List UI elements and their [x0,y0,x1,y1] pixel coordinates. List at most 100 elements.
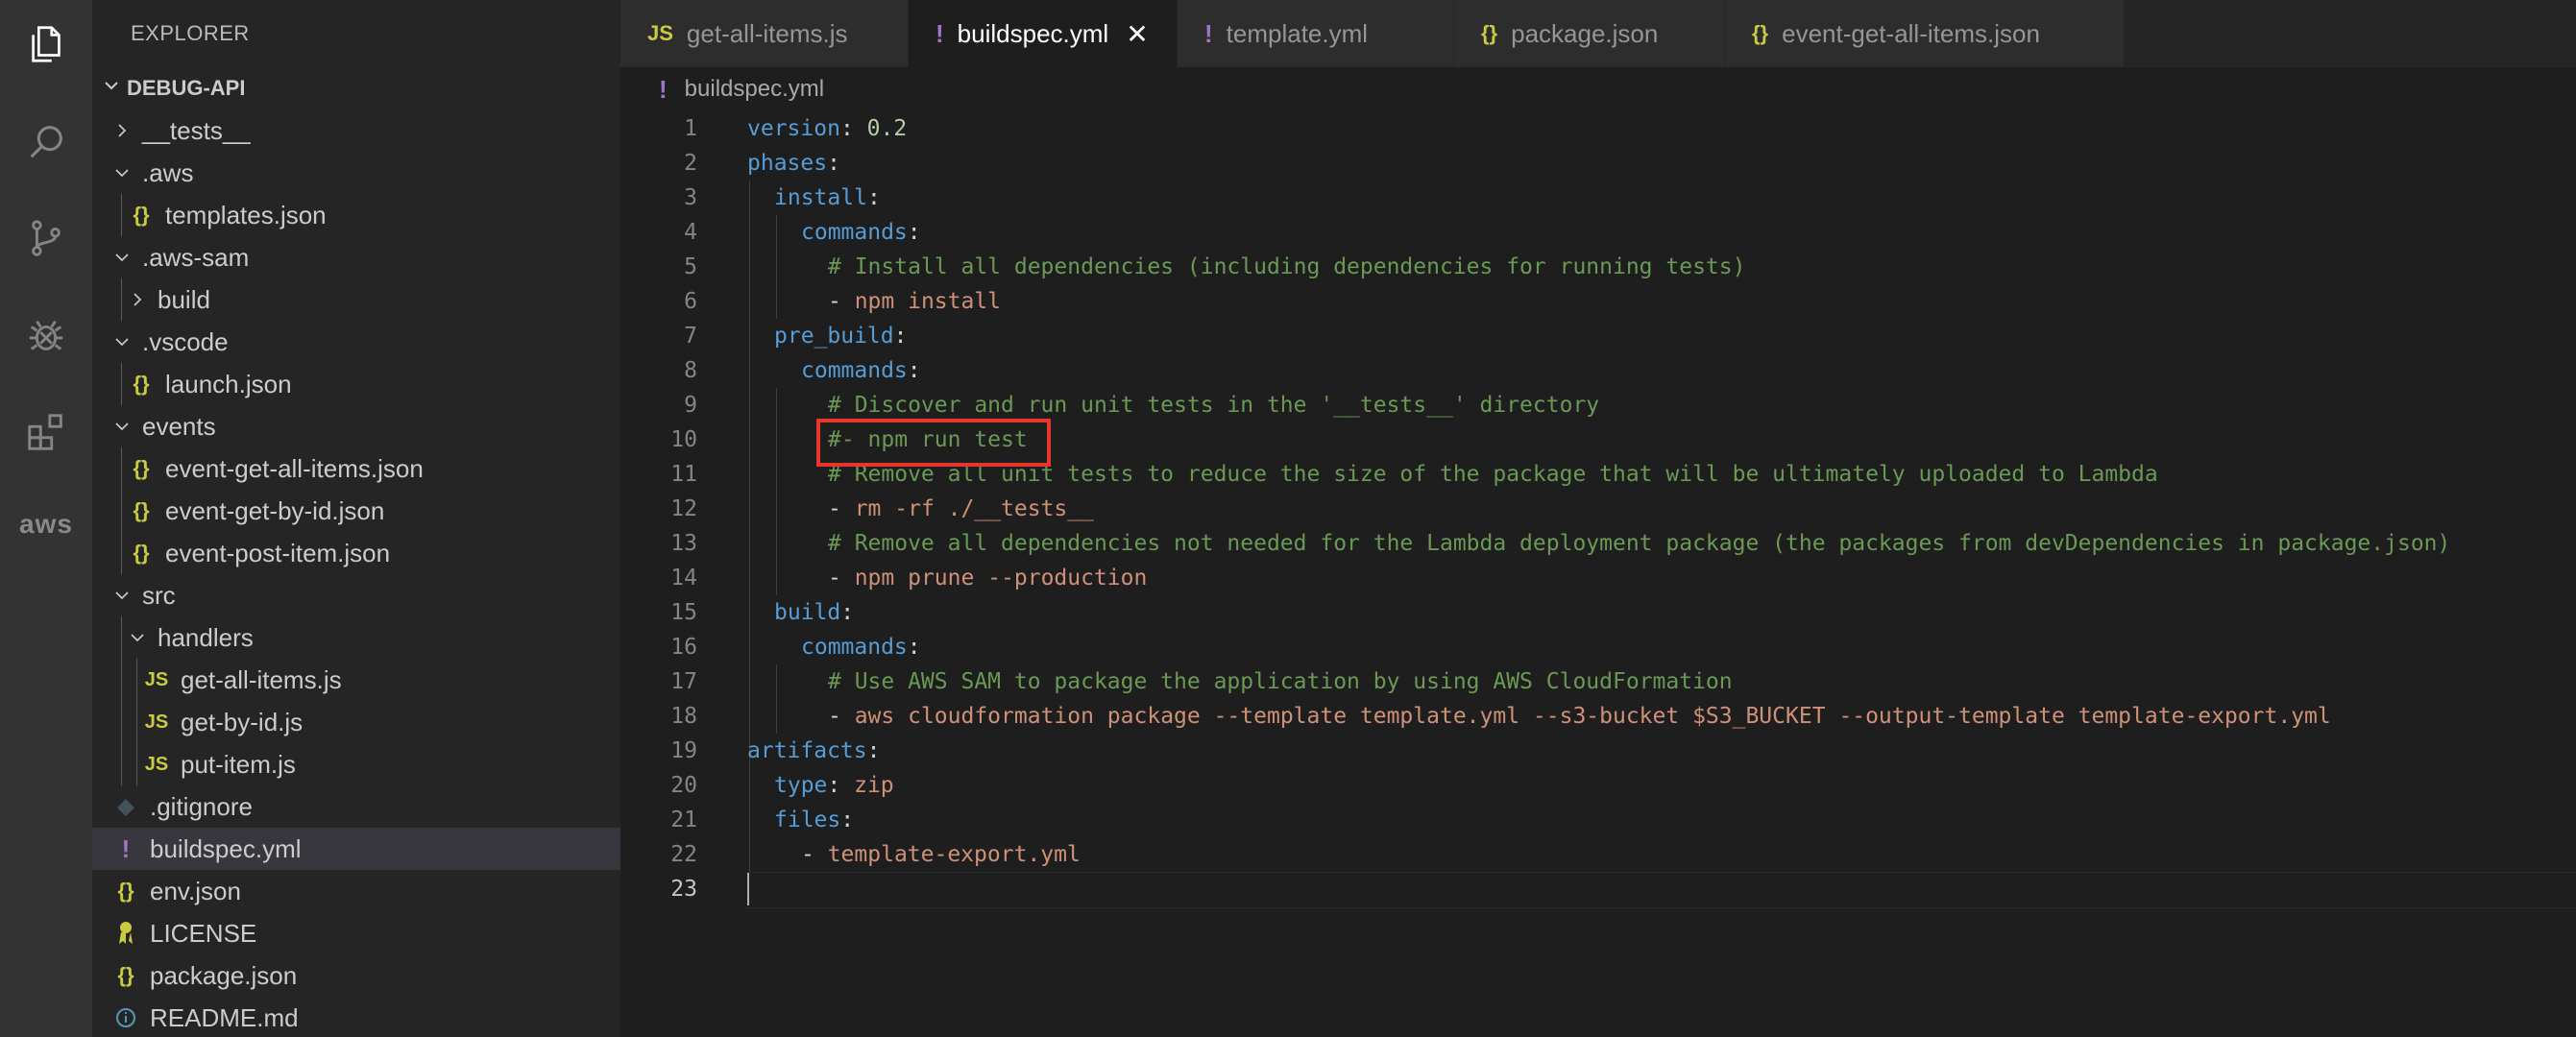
tree-item[interactable]: .aws [92,152,620,194]
debug-icon[interactable] [23,313,69,359]
tree-item[interactable]: LICENSE [92,912,620,954]
code-token: # Install all dependencies (including de… [828,254,1746,279]
tree-item[interactable]: {} env.json [92,870,620,912]
tree-item[interactable]: {} event-get-all-items.json [92,447,620,490]
code-line[interactable]: 1 version: 0.2 [620,111,2576,146]
line-number: 23 [670,877,697,902]
tree-item-label: put-item.js [181,749,296,779]
info-file-icon [109,1007,142,1028]
tree-item[interactable]: {} event-post-item.json [92,532,620,574]
tree-item[interactable]: events [92,405,620,447]
code-line[interactable]: 15 build: [620,595,2576,630]
tab-label: template.yml [1226,18,1369,48]
tree-item[interactable]: JS put-item.js [92,743,620,785]
yaml-file-icon: ! [936,18,944,48]
tree-item[interactable]: .aws-sam [92,236,620,278]
code-line[interactable]: 4 commands: [620,215,2576,250]
extensions-icon[interactable] [23,409,69,455]
tree-item[interactable]: ! buildspec.yml [92,828,620,870]
line-content: build: [774,595,854,630]
tree-item[interactable]: __tests__ [92,109,620,152]
line-content: # Use AWS SAM to package the application… [828,664,1733,699]
code-line[interactable]: 14 - npm prune --production [620,561,2576,595]
tree-item[interactable]: JS get-all-items.js [92,659,620,701]
code-token: commands [801,220,908,245]
code-token: - [828,566,855,591]
indent-guide [121,194,122,236]
code-token: : [840,808,855,832]
license-file-icon [109,921,142,946]
code-line[interactable]: 17 # Use AWS SAM to package the applicati… [620,664,2576,699]
tree-item-label: handlers [158,622,254,652]
tree-item[interactable]: .vscode [92,321,620,363]
line-number: 20 [670,773,697,798]
code-editor[interactable]: 1 version: 0.2 2 phases: 3 install: 4 commands:… [620,111,2576,1037]
tree-item-label: event-post-item.json [165,538,391,567]
tab[interactable]: ! template.yml [1178,0,1454,67]
tab[interactable]: ! buildspec.yml ✕ [909,0,1178,67]
code-line[interactable]: 23 [620,872,2576,906]
tab[interactable]: {} package.json [1454,0,1725,67]
chevron-down-icon [109,332,134,351]
code-line[interactable]: 12 - rm -rf ./__tests__ [620,492,2576,526]
code-line[interactable]: 19 artifacts: [620,734,2576,768]
code-token: 0.2 [866,116,908,141]
tree-item[interactable]: {} templates.json [92,194,620,236]
tab[interactable]: JS get-all-items.js [620,0,909,67]
tree-item-label: event-get-all-items.json [165,453,424,483]
code-line[interactable]: 9 # Discover and run unit tests in the '_… [620,388,2576,422]
aws-label: aws [19,509,73,539]
line-content: install: [774,181,881,215]
tree-item[interactable]: {} launch.json [92,363,620,405]
code-token: - [828,704,855,729]
indent-guide [121,447,122,574]
tree-item-label: build [158,284,210,314]
code-token: phases [747,151,828,176]
indent-guide [121,616,122,785]
tree-item[interactable]: build [92,278,620,321]
annotation-highlight-box [816,419,1051,467]
aws-icon[interactable]: aws [19,501,72,547]
yaml-file-icon: ! [1204,18,1213,48]
workspace-name: DEBUG-API [127,76,246,100]
code-line[interactable]: 13 # Remove all dependencies not needed f… [620,526,2576,561]
explorer-icon[interactable] [23,21,69,67]
line-number: 9 [684,393,697,418]
tree-item[interactable]: handlers [92,616,620,659]
code-line[interactable]: 7 pre_build: [620,319,2576,353]
tree-item[interactable]: {} package.json [92,954,620,997]
code-line[interactable]: 16 commands: [620,630,2576,664]
tree-item[interactable]: JS get-by-id.js [92,701,620,743]
close-icon[interactable]: ✕ [1126,18,1148,50]
code-line[interactable]: 22 - template-export.yml [620,837,2576,872]
code-line[interactable]: 3 install: [620,181,2576,215]
line-content: commands: [801,630,921,664]
tab[interactable]: {} event-get-all-items.json [1725,0,2125,67]
code-line[interactable]: 2 phases: [620,146,2576,181]
code-line[interactable]: 18 - aws cloudformation package --templat… [620,699,2576,734]
line-number: 5 [684,254,697,279]
code-line[interactable]: 8 commands: [620,353,2576,388]
code-line[interactable]: 5 # Install all dependencies (including d… [620,250,2576,284]
breadcrumb-file[interactable]: buildspec.yml [685,76,824,103]
tree-item[interactable]: README.md [92,997,620,1037]
code-line[interactable]: 6 - npm install [620,284,2576,319]
json-file-icon: {} [133,498,150,522]
code-token: commands [801,358,908,383]
line-number: 4 [684,220,697,245]
search-icon[interactable] [23,119,69,165]
tree-item[interactable]: src [92,574,620,616]
chevron-down-icon [109,586,134,605]
tree-item[interactable]: {} event-get-by-id.json [92,490,620,532]
line-number: 1 [684,116,697,141]
tree-item-label: src [142,580,176,610]
source-control-icon[interactable] [23,215,69,261]
code-line[interactable]: 20 type: zip [620,768,2576,803]
code-line[interactable]: 21 files: [620,803,2576,837]
chevron-down-icon [109,248,134,267]
indent-guide [121,278,122,321]
tree-item[interactable]: ◆ .gitignore [92,785,620,828]
workspace-section-header[interactable]: DEBUG-API [92,67,620,109]
breadcrumb[interactable]: ! buildspec.yml [620,67,2576,111]
line-content: files: [774,803,854,837]
